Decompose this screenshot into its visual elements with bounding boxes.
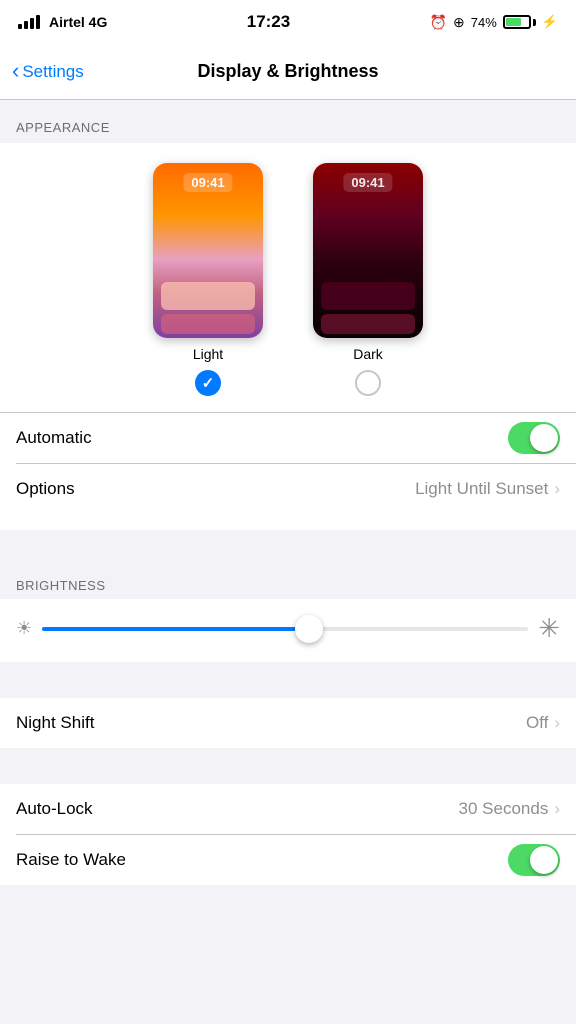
light-preview-bars <box>153 278 263 338</box>
sun-small-icon: ☀ <box>16 618 32 639</box>
gap-2 <box>0 662 576 698</box>
brightness-thumb[interactable] <box>295 615 323 643</box>
appearance-section-header: APPEARANCE <box>0 100 576 143</box>
light-theme-preview: 09:41 <box>153 163 263 338</box>
dark-clock: 09:41 <box>343 173 392 192</box>
automatic-toggle[interactable] <box>508 422 560 454</box>
status-time: 17:23 <box>247 12 290 32</box>
night-shift-label: Night Shift <box>16 713 94 733</box>
nav-bar: ‹ Settings Display & Brightness <box>0 44 576 100</box>
dark-radio[interactable] <box>355 370 381 396</box>
night-shift-row[interactable]: Night Shift Off › <box>0 698 576 748</box>
back-button[interactable]: ‹ Settings <box>12 62 84 82</box>
night-shift-chevron-icon: › <box>554 713 560 733</box>
page-title: Display & Brightness <box>197 61 378 82</box>
battery-percent: 74% <box>471 15 497 30</box>
night-shift-right: Off › <box>526 713 560 733</box>
raise-to-wake-label: Raise to Wake <box>16 850 126 870</box>
carrier-label: Airtel 4G <box>49 14 107 30</box>
light-clock: 09:41 <box>183 173 232 192</box>
options-chevron-icon: › <box>554 479 560 499</box>
alarm-icon: ⏰ <box>430 14 447 31</box>
options-label: Options <box>16 479 75 499</box>
back-label: Settings <box>22 62 83 82</box>
charging-icon: ⚡ <box>542 14 558 30</box>
auto-lock-chevron-icon: › <box>554 799 560 819</box>
night-shift-group: Night Shift Off › <box>0 698 576 748</box>
raise-to-wake-row[interactable]: Raise to Wake <box>0 835 576 885</box>
brightness-section: ☀ ✳ <box>0 599 576 662</box>
brightness-slider-row: ☀ ✳ <box>16 613 560 644</box>
options-right: Light Until Sunset › <box>415 479 560 499</box>
signal-bars <box>18 15 40 29</box>
brightness-section-header: BRIGHTNESS <box>0 566 576 599</box>
night-shift-value: Off <box>526 713 548 733</box>
auto-lock-right: 30 Seconds › <box>459 799 560 819</box>
raise-to-wake-toggle-thumb <box>530 846 558 874</box>
lock-wake-group: Auto-Lock 30 Seconds › Raise to Wake <box>0 784 576 885</box>
raise-to-wake-toggle[interactable] <box>508 844 560 876</box>
light-label: Light <box>193 346 223 362</box>
options-row[interactable]: Options Light Until Sunset › <box>0 464 576 514</box>
back-chevron-icon: ‹ <box>12 60 19 82</box>
auto-lock-row[interactable]: Auto-Lock 30 Seconds › <box>0 784 576 834</box>
sun-large-icon: ✳ <box>538 613 560 644</box>
automatic-label: Automatic <box>16 428 92 448</box>
auto-lock-value: 30 Seconds <box>459 799 549 819</box>
brightness-fill <box>42 627 309 631</box>
battery-indicator <box>503 15 536 29</box>
gap-1 <box>0 530 576 566</box>
brightness-slider[interactable] <box>42 627 528 631</box>
location-icon: ⊕ <box>453 14 465 31</box>
dark-theme-option[interactable]: 09:41 Dark <box>313 163 423 396</box>
light-theme-option[interactable]: 09:41 Light <box>153 163 263 396</box>
automatic-toggle-thumb <box>530 424 558 452</box>
dark-label: Dark <box>353 346 383 362</box>
auto-lock-label: Auto-Lock <box>16 799 93 819</box>
automatic-row[interactable]: Automatic <box>0 413 576 463</box>
options-value: Light Until Sunset <box>415 479 548 499</box>
status-left: Airtel 4G <box>18 14 107 30</box>
status-right: ⏰ ⊕ 74% ⚡ <box>430 14 558 31</box>
dark-preview-bars <box>313 278 423 338</box>
light-radio[interactable] <box>195 370 221 396</box>
status-bar: Airtel 4G 17:23 ⏰ ⊕ 74% ⚡ <box>0 0 576 44</box>
appearance-card: 09:41 Light 09:41 Dark Auto <box>0 143 576 530</box>
gap-3 <box>0 748 576 784</box>
dark-theme-preview: 09:41 <box>313 163 423 338</box>
appearance-options: 09:41 Light 09:41 Dark <box>0 163 576 396</box>
